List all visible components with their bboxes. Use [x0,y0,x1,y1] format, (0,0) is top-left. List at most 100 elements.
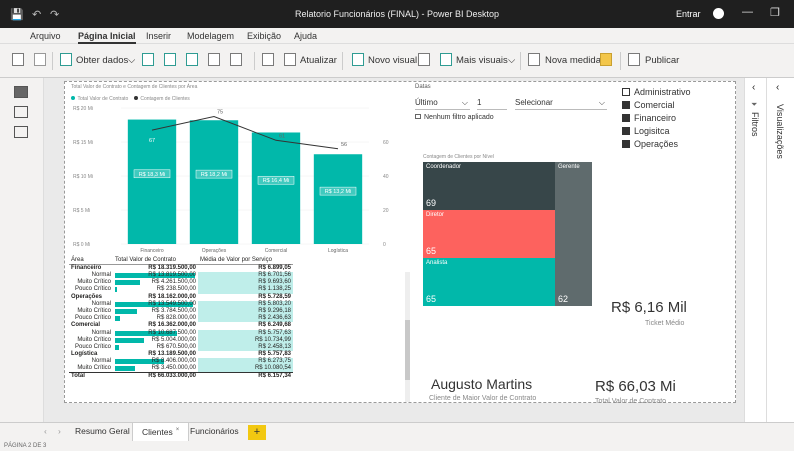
treemap[interactable]: Contagem de Clientes por Nível Coordenad… [423,154,603,306]
transform-data-icon[interactable] [262,53,274,66]
new-measure-icon[interactable] [528,53,540,66]
date-unit-dropdown[interactable]: Selecionar ⌵ [515,97,607,110]
area-option-logisitca[interactable]: Logisitca [622,126,670,136]
sql-server-icon[interactable] [186,53,198,66]
matrix-table[interactable]: Área Total Valor de Contrato Média de Va… [69,257,293,380]
dataset-icon[interactable] [164,53,176,66]
publish-button[interactable]: Publicar [645,55,679,66]
refresh-button[interactable]: Atualizar [300,55,337,66]
tab-resumo-geral[interactable]: Resumo Geral [75,426,130,436]
treemap-cell-analista[interactable]: Analista 65 [423,258,555,306]
get-data-dropdown-icon[interactable]: ⌵ [128,55,135,66]
avatar[interactable] [713,8,724,19]
matrix-group-row[interactable]: Comercial R$ 16.362.000,00 R$ 6.249,68 [69,322,293,329]
tab-next-icon[interactable]: › [58,426,61,436]
checkbox[interactable] [622,114,630,122]
row-total-text: R$ 16.362.000,00 [148,322,196,329]
treemap-cell-coordenador[interactable]: Coordenador 69 [423,162,555,210]
format-painter-icon[interactable] [34,53,46,66]
excel-icon[interactable] [142,53,154,66]
checkbox[interactable] [622,127,630,135]
tab-funcionarios[interactable]: Funcionários [190,426,239,436]
menu-arquivo[interactable]: Arquivo [30,31,61,41]
report-view-icon[interactable] [14,86,28,98]
date-slicer[interactable]: Datas Último ⌵ 1 Selecionar ⌵ Nenhum fil… [415,84,615,124]
row-label: Pouco Crítico [74,343,111,350]
refresh-icon[interactable] [284,53,296,66]
model-view-icon[interactable] [14,126,28,138]
menu-ajuda[interactable]: Ajuda [294,31,317,41]
tab-prev-icon[interactable]: ‹ [44,426,47,436]
filters-label[interactable]: Filtros [750,112,760,137]
matrix-group-row[interactable]: Financeiro R$ 18.319.500,00 R$ 6.899,05 [69,265,293,273]
area-option-operacoes[interactable]: Operações [622,139,678,149]
new-visual-button[interactable]: Novo visual [368,55,417,66]
publish-icon[interactable] [628,53,640,66]
chevron-left-icon[interactable]: ‹ [776,82,779,93]
row-label: Comercial [71,322,101,329]
menu-exibicao[interactable]: Exibição [247,31,281,41]
matrix-total-row[interactable]: Total R$ 66.033.000,00 R$ 6.157,34 [69,372,293,381]
area-option-financeiro[interactable]: Financeiro [622,113,676,123]
checkbox[interactable] [622,101,630,109]
title-bar: 💾 ↶ ↷ Relatorio Funcionários (FINAL) - P… [0,0,794,28]
filters-pane[interactable]: ‹ ⏷ Filtros [745,78,767,422]
menu-modelagem[interactable]: Modelagem [187,31,234,41]
get-data-button[interactable]: Obter dados [76,55,128,66]
combo-chart[interactable]: Total Valor de Contrato e Contagem de Cl… [69,84,399,256]
matrix-group-row[interactable]: Operações R$ 18.162.000,00 R$ 5.728,59 [69,294,293,301]
y2-tick-label: 0 [383,242,386,248]
matrix-row[interactable]: Normal R$ 10.687.500,00 R$ 5.757,63 [69,329,293,337]
close-icon[interactable]: × [176,427,180,433]
tab-clientes[interactable]: Clientes × [132,423,190,442]
filter-icon: ⏷ [751,100,758,109]
row-total-text: R$ 13.819.500,00 [148,272,196,279]
treemap-cell-gerente[interactable]: Gerente 62 [555,162,592,306]
visualizations-pane[interactable]: ‹ Visualizações [767,78,794,422]
sign-in-link[interactable]: Entrar [676,9,701,19]
matrix-row[interactable]: Pouco Crítico R$ 238.500,00 R$ 1.138,25 [69,286,293,294]
menu-pagina-inicial[interactable]: Página Inicial [78,31,136,44]
date-mode-dropdown[interactable]: Último ⌵ [415,97,470,110]
enter-data-icon[interactable] [208,53,220,66]
row-avg: R$ 2.458,13 [198,343,293,352]
visualizations-label[interactable]: Visualizações [775,104,785,159]
data-view-icon[interactable] [14,106,28,118]
row-avg: R$ 10.734,99 [198,336,293,344]
matrix-header-total[interactable]: Total Valor de Contrato [113,257,198,265]
get-data-icon[interactable] [60,53,72,66]
date-count-input[interactable]: 1 [477,97,507,110]
recent-sources-icon[interactable] [230,53,242,66]
matrix-row[interactable]: Muito Crítico R$ 3.450.000,00 R$ 10.080,54 [69,365,293,373]
new-visual-icon[interactable] [352,53,364,66]
row-avg: R$ 2.436,63 [198,315,293,323]
matrix-header-area[interactable]: Área [69,257,113,265]
checkbox[interactable] [622,140,630,148]
matrix-row[interactable]: Normal R$ 13.549.500,00 R$ 5.803,20 [69,300,293,308]
treemap-cell-diretor[interactable]: Diretor 65 [423,210,555,258]
paste-icon[interactable] [12,53,24,66]
matrix-row[interactable]: Pouco Crítico R$ 670.500,00 R$ 2.458,13 [69,343,293,352]
x-tick-label: Comercial [265,248,288,254]
row-total-text: R$ 8.406.000,00 [151,358,196,365]
matrix-scrollbar[interactable] [405,272,410,402]
add-page-button[interactable]: + [248,425,266,440]
text-box-icon[interactable] [418,53,430,66]
matrix-header-avg[interactable]: Média de Valor por Serviço [198,257,293,265]
sensitivity-icon[interactable] [600,53,612,66]
restore-icon[interactable]: ❐ [770,6,780,19]
more-visuals-button[interactable]: Mais visuais [456,55,508,66]
area-option-comercial[interactable]: Comercial [622,100,675,110]
chevron-left-icon[interactable]: ‹ [752,82,755,93]
minimize-icon[interactable]: — [742,6,753,18]
matrix-row[interactable]: Muito Crítico R$ 5.004.000,00 R$ 10.734,99 [69,336,293,344]
menu-inserir[interactable]: Inserir [146,31,171,41]
scrollbar-thumb[interactable] [405,320,410,380]
area-option-administrativo[interactable]: Administrativo [622,87,691,97]
row-total-text: R$ 13.189.500,00 [148,351,196,358]
row-label: Muito Crítico [77,365,111,372]
checkbox[interactable] [622,88,630,96]
more-visuals-dropdown-icon[interactable]: ⌵ [508,55,515,66]
more-visuals-icon[interactable] [440,53,452,66]
new-measure-button[interactable]: Nova medida [545,55,601,66]
